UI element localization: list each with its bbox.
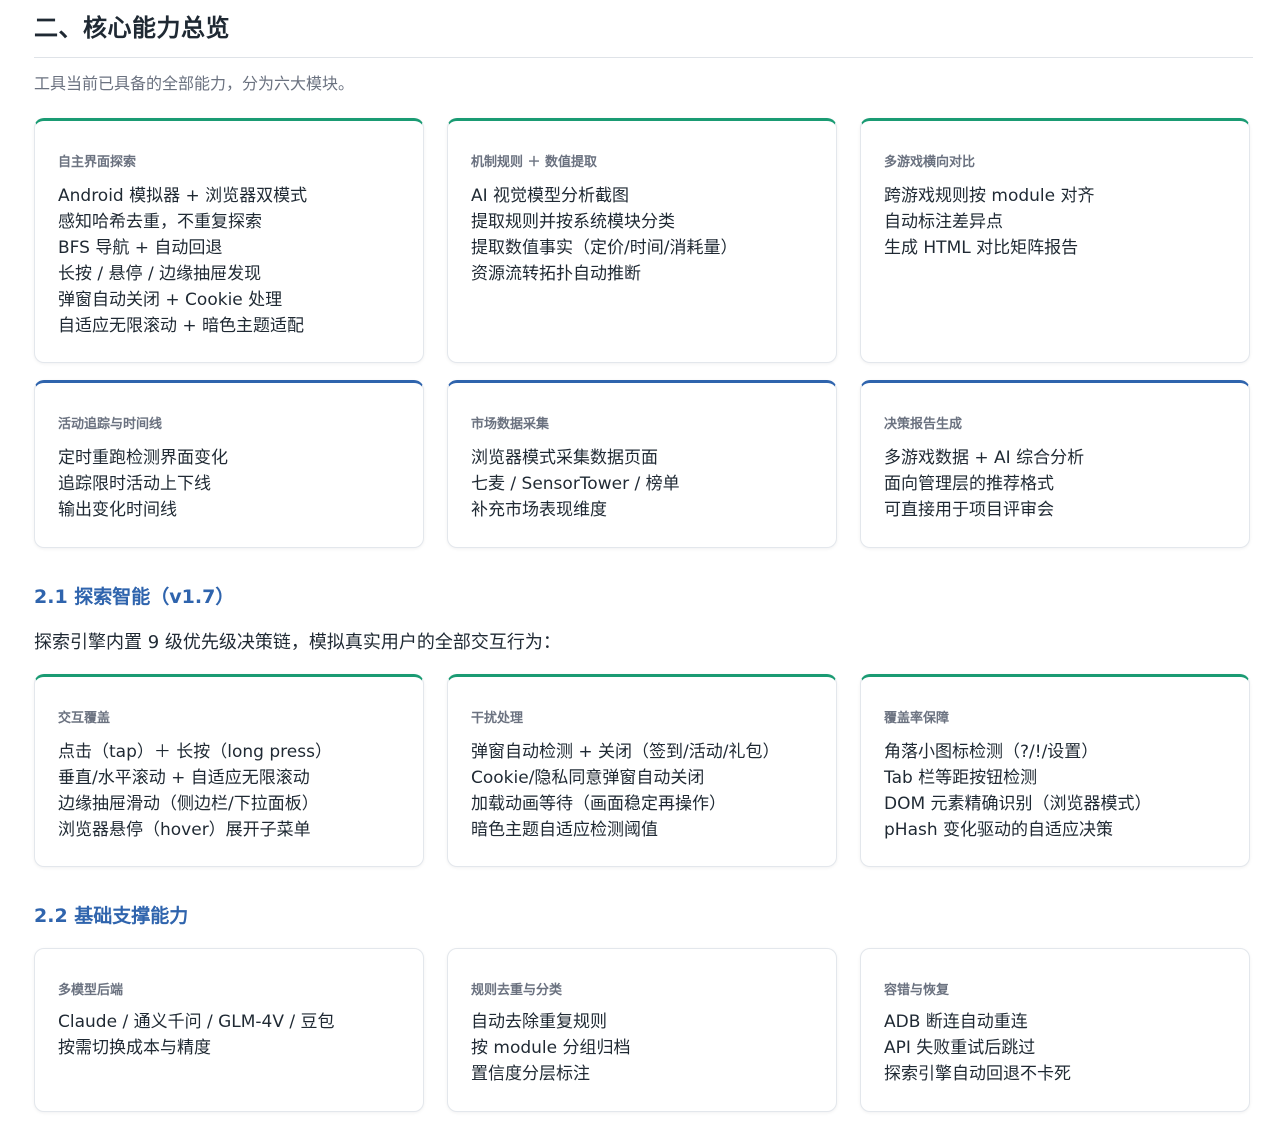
intro-text: 工具当前已具备的全部能力，分为六大模块。 (34, 74, 355, 93)
list-item: 边缘抽屉滑动（侧边栏/下拉面板） (58, 794, 319, 814)
list-item: 定时重跑检测界面变化 (58, 448, 228, 468)
card-title: 机制规则 ＋ 数值提取 (471, 155, 598, 170)
module-card: 活动追踪与时间线 定时重跑检测界面变化 追踪限时活动上下线 输出变化时间线 (34, 380, 424, 548)
module-card: 机制规则 ＋ 数值提取 AI 视觉模型分析截图 提取规则并按系统模块分类 提取数… (447, 118, 837, 363)
card-list: 多游戏数据 + AI 综合分析 面向管理层的推荐格式 可直接用于项目评审会 (884, 445, 1084, 523)
support-card: 多模型后端 Claude / 通义千问 / GLM-4V / 豆包 按需切换成本… (34, 948, 424, 1112)
card-list: 点击（tap）＋ 长按（long press） 垂直/水平滚动 + 自适应无限滚… (58, 739, 332, 843)
module-card: 决策报告生成 多游戏数据 + AI 综合分析 面向管理层的推荐格式 可直接用于项… (860, 380, 1250, 548)
list-item: 加载动画等待（画面稳定再操作） (471, 794, 726, 814)
list-item: 自动标注差异点 (884, 212, 1003, 232)
list-item: 垂直/水平滚动 + 自适应无限滚动 (58, 768, 310, 788)
card-title: 决策报告生成 (884, 417, 963, 432)
title-divider (34, 57, 1253, 58)
list-item: 暗色主题自适应检测阈值 (471, 820, 658, 840)
module-card: 多游戏横向对比 跨游戏规则按 module 对齐 自动标注差异点 生成 HTML… (860, 118, 1250, 363)
list-item: 自适应无限滚动 + 暗色主题适配 (58, 316, 305, 336)
list-item: 七麦 / SensorTower / 榜单 (471, 474, 680, 494)
support-card: 规则去重与分类 自动去除重复规则 按 module 分组归档 置信度分层标注 (447, 948, 837, 1112)
list-item: ADB 断连自动重连 (884, 1012, 1028, 1032)
card-list: Android 模拟器 + 浏览器双模式 感知哈希去重，不重复探索 BFS 导航… (58, 183, 307, 339)
section-description: 探索引擎内置 9 级优先级决策链，模拟真实用户的全部交互行为： (34, 632, 561, 653)
card-title: 交互覆盖 (58, 711, 111, 726)
card-list: AI 视觉模型分析截图 提取规则并按系统模块分类 提取数值事实（定价/时间/消耗… (471, 183, 737, 287)
list-item: 按需切换成本与精度 (58, 1038, 211, 1058)
card-list: ADB 断连自动重连 API 失败重试后跳过 探索引擎自动回退不卡死 (884, 1009, 1071, 1087)
list-item: 置信度分层标注 (471, 1064, 590, 1084)
list-item: 跨游戏规则按 module 对齐 (884, 186, 1095, 206)
module-card: 市场数据采集 浏览器模式采集数据页面 七麦 / SensorTower / 榜单… (447, 380, 837, 548)
list-item: 提取数值事实（定价/时间/消耗量） (471, 238, 738, 258)
support-card: 容错与恢复 ADB 断连自动重连 API 失败重试后跳过 探索引擎自动回退不卡死 (860, 948, 1250, 1112)
card-list: 自动去除重复规则 按 module 分组归档 置信度分层标注 (471, 1009, 631, 1087)
list-item: 探索引擎自动回退不卡死 (884, 1064, 1071, 1084)
list-item: 提取规则并按系统模块分类 (471, 212, 675, 232)
card-title: 规则去重与分类 (471, 983, 563, 998)
list-item: AI 视觉模型分析截图 (471, 186, 630, 206)
section-heading: 2.1 探索智能（v1.7） (34, 586, 235, 608)
card-title: 容错与恢复 (884, 983, 950, 998)
list-item: API 失败重试后跳过 (884, 1038, 1036, 1058)
list-item: 点击（tap）＋ 长按（long press） (58, 742, 332, 762)
card-list: 浏览器模式采集数据页面 七麦 / SensorTower / 榜单 补充市场表现… (471, 445, 680, 523)
capability-card: 交互覆盖 点击（tap）＋ 长按（long press） 垂直/水平滚动 + 自… (34, 674, 424, 867)
card-title: 覆盖率保障 (884, 711, 950, 726)
list-item: 浏览器模式采集数据页面 (471, 448, 658, 468)
card-list: 角落小图标检测（?/!/设置） Tab 栏等距按钮检测 DOM 元素精确识别（浏… (884, 739, 1152, 843)
list-item: 按 module 分组归档 (471, 1038, 631, 1058)
card-title: 市场数据采集 (471, 417, 550, 432)
list-item: 输出变化时间线 (58, 500, 177, 520)
list-item: DOM 元素精确识别（浏览器模式） (884, 794, 1152, 814)
module-card: 自主界面探索 Android 模拟器 + 浏览器双模式 感知哈希去重，不重复探索… (34, 118, 424, 363)
list-item: 追踪限时活动上下线 (58, 474, 211, 494)
list-item: 自动去除重复规则 (471, 1012, 607, 1032)
list-item: 多游戏数据 + AI 综合分析 (884, 448, 1085, 468)
list-item: 弹窗自动检测 + 关闭（签到/活动/礼包） (471, 742, 780, 762)
card-title: 多模型后端 (58, 983, 124, 998)
card-title: 多游戏横向对比 (884, 155, 976, 170)
card-list: 跨游戏规则按 module 对齐 自动标注差异点 生成 HTML 对比矩阵报告 (884, 183, 1095, 261)
card-list: Claude / 通义千问 / GLM-4V / 豆包 按需切换成本与精度 (58, 1009, 335, 1061)
list-item: 浏览器悬停（hover）展开子菜单 (58, 820, 311, 840)
list-item: pHash 变化驱动的自适应决策 (884, 820, 1114, 840)
list-item: 可直接用于项目评审会 (884, 500, 1054, 520)
capability-card: 干扰处理 弹窗自动检测 + 关闭（签到/活动/礼包） Cookie/隐私同意弹窗… (447, 674, 837, 867)
list-item: 生成 HTML 对比矩阵报告 (884, 238, 1079, 258)
list-item: Tab 栏等距按钮检测 (884, 768, 1038, 788)
list-item: 资源流转拓扑自动推断 (471, 264, 641, 284)
list-item: 弹窗自动关闭 + Cookie 处理 (58, 290, 283, 310)
list-item: Android 模拟器 + 浏览器双模式 (58, 186, 308, 206)
card-list: 弹窗自动检测 + 关闭（签到/活动/礼包） Cookie/隐私同意弹窗自动关闭 … (471, 739, 780, 843)
card-title: 自主界面探索 (58, 155, 137, 170)
list-item: 补充市场表现维度 (471, 500, 607, 520)
list-item: 长按 / 悬停 / 边缘抽屉发现 (58, 264, 262, 284)
section-heading: 2.2 基础支撑能力 (34, 905, 189, 927)
list-item: Claude / 通义千问 / GLM-4V / 豆包 (58, 1012, 335, 1032)
capability-card: 覆盖率保障 角落小图标检测（?/!/设置） Tab 栏等距按钮检测 DOM 元素… (860, 674, 1250, 867)
list-item: 感知哈希去重，不重复探索 (58, 212, 262, 232)
card-list: 定时重跑检测界面变化 追踪限时活动上下线 输出变化时间线 (58, 445, 228, 523)
list-item: Cookie/隐私同意弹窗自动关闭 (471, 768, 705, 788)
card-title: 活动追踪与时间线 (58, 417, 163, 432)
list-item: 面向管理层的推荐格式 (884, 474, 1054, 494)
list-item: BFS 导航 + 自动回退 (58, 238, 223, 258)
page-title: 二、核心能力总览 (34, 14, 230, 42)
card-title: 干扰处理 (471, 711, 524, 726)
list-item: 角落小图标检测（?/!/设置） (884, 742, 1099, 762)
